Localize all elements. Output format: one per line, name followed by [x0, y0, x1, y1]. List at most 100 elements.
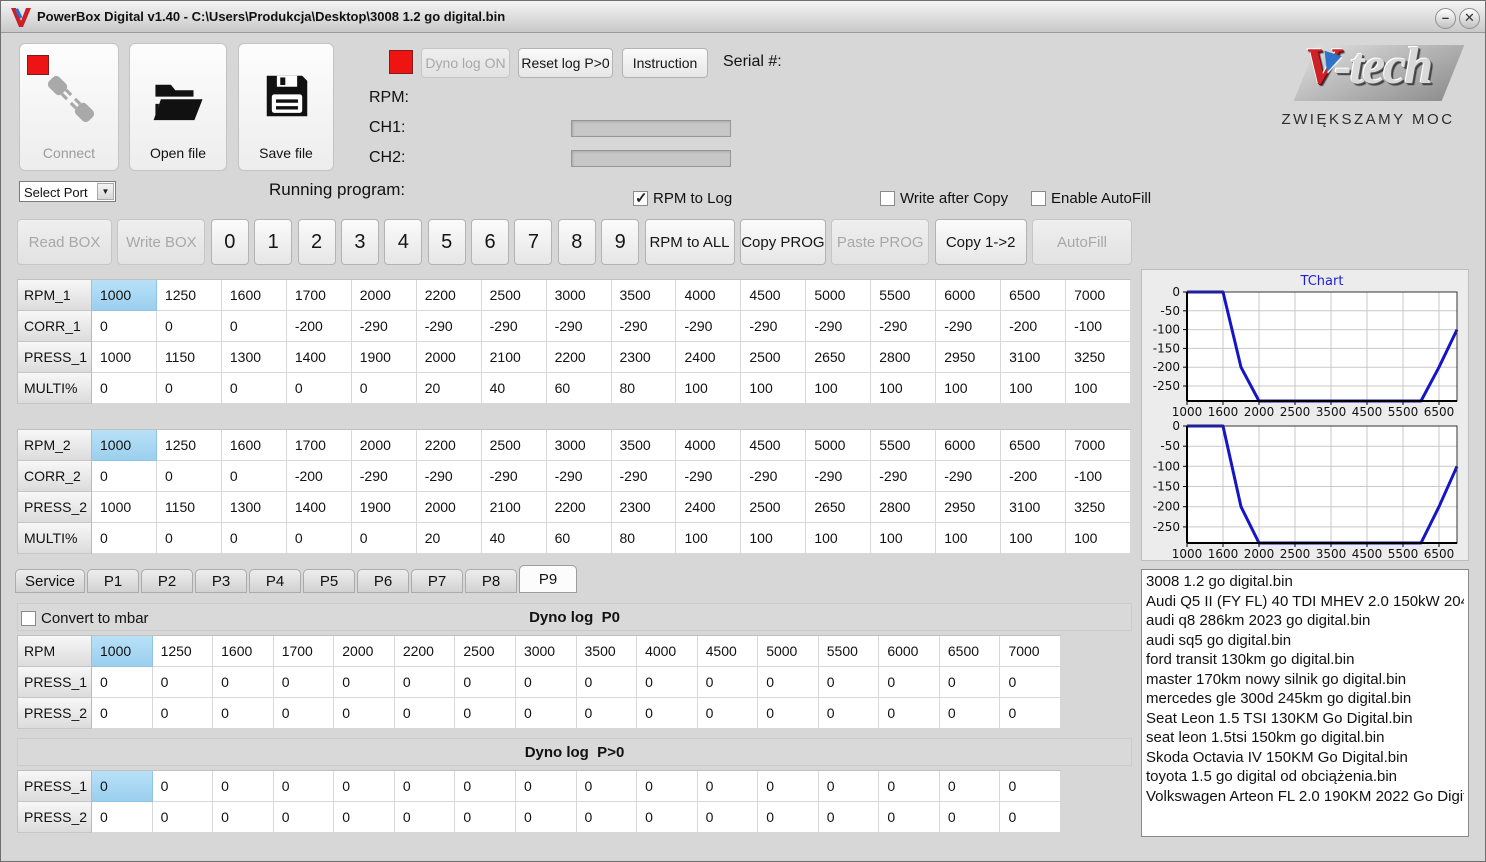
- table-cell[interactable]: 4000: [676, 280, 742, 311]
- table-cell[interactable]: 0: [92, 461, 157, 492]
- table-cell[interactable]: 3000: [546, 430, 612, 461]
- table-cell[interactable]: 2200: [416, 430, 482, 461]
- table-cell[interactable]: 0: [221, 373, 287, 404]
- table-cell[interactable]: 0: [515, 802, 577, 833]
- table-cell[interactable]: 0: [152, 802, 214, 833]
- table-cell[interactable]: 0: [156, 373, 222, 404]
- table-cell[interactable]: 100: [871, 523, 937, 554]
- table-cell[interactable]: 100: [1066, 373, 1131, 404]
- table-cell[interactable]: 3000: [546, 280, 612, 311]
- table-cell[interactable]: 0: [879, 802, 940, 833]
- tab-p2[interactable]: P2: [141, 569, 193, 593]
- table-cell[interactable]: 0: [213, 667, 274, 698]
- table-cell[interactable]: 2500: [481, 280, 547, 311]
- chevron-down-icon[interactable]: ▼: [97, 183, 114, 200]
- table-cell[interactable]: 0: [939, 698, 1001, 729]
- table-cell[interactable]: 0: [1000, 698, 1061, 729]
- tab-p3[interactable]: P3: [195, 569, 247, 593]
- table-cell[interactable]: 0: [394, 667, 456, 698]
- table-cell[interactable]: 0: [273, 698, 335, 729]
- table-cell[interactable]: 100: [806, 523, 872, 554]
- table-cell[interactable]: 2500: [481, 430, 547, 461]
- table-cell[interactable]: 4500: [741, 430, 807, 461]
- table-cell[interactable]: 0: [394, 802, 456, 833]
- table-cell[interactable]: -290: [871, 311, 937, 342]
- copy-1-to-2-button[interactable]: Copy 1->2: [934, 219, 1027, 265]
- table-cell[interactable]: 0: [92, 698, 153, 729]
- digit-button-3[interactable]: 3: [340, 219, 379, 265]
- table-cell[interactable]: 0: [576, 802, 638, 833]
- table-cell[interactable]: -290: [806, 311, 872, 342]
- table-cell[interactable]: 3500: [611, 280, 677, 311]
- file-list-item[interactable]: Seat Leon 1.5 TSI 130KM Go Digital.bin: [1146, 709, 1464, 729]
- table-cell[interactable]: 1400: [286, 492, 352, 523]
- table-cell[interactable]: 2800: [871, 492, 937, 523]
- table-cell[interactable]: 100: [676, 523, 742, 554]
- table-cell[interactable]: 1250: [152, 636, 214, 667]
- table-cell[interactable]: -290: [351, 461, 417, 492]
- tab-service[interactable]: Service: [15, 569, 85, 593]
- table-cell[interactable]: 0: [515, 771, 577, 802]
- table-cell[interactable]: -290: [351, 311, 417, 342]
- table-cell[interactable]: -290: [806, 461, 872, 492]
- table-cell[interactable]: 6500: [939, 636, 1001, 667]
- table-cell[interactable]: -290: [741, 461, 807, 492]
- digit-button-5[interactable]: 5: [427, 219, 466, 265]
- table-cell[interactable]: 2300: [611, 342, 677, 373]
- table-cell[interactable]: 0: [818, 667, 880, 698]
- table-cell[interactable]: 0: [818, 771, 880, 802]
- convert-to-mbar-checkbox[interactable]: Convert to mbar: [21, 610, 149, 627]
- table-cell[interactable]: 80: [611, 373, 677, 404]
- table-cell[interactable]: -290: [871, 461, 937, 492]
- table-cell[interactable]: 5000: [806, 280, 872, 311]
- table-cell[interactable]: -290: [481, 311, 547, 342]
- table-cell[interactable]: 0: [879, 667, 940, 698]
- file-list-item[interactable]: toyota 1.5 go digital od obciążenia.bin: [1146, 767, 1464, 787]
- table-cell[interactable]: 1000: [92, 430, 157, 461]
- table-cell[interactable]: 5500: [871, 430, 937, 461]
- table-cell[interactable]: 0: [394, 698, 456, 729]
- table-cell[interactable]: 1400: [286, 342, 352, 373]
- table-cell[interactable]: 1000: [92, 492, 157, 523]
- digit-button-6[interactable]: 6: [471, 219, 509, 265]
- table-cell[interactable]: 0: [351, 373, 417, 404]
- table-cell[interactable]: 0: [697, 771, 759, 802]
- table-cell[interactable]: 1300: [221, 342, 287, 373]
- table-cell[interactable]: -200: [1001, 461, 1067, 492]
- dyno-log-on-button[interactable]: Dyno log ON: [421, 48, 510, 78]
- table-cell[interactable]: 0: [273, 771, 335, 802]
- table-cell[interactable]: 5000: [806, 430, 872, 461]
- table-cell[interactable]: 1000: [92, 342, 157, 373]
- table-cell[interactable]: 2200: [546, 342, 612, 373]
- table-cell[interactable]: 0: [879, 771, 940, 802]
- table-cell[interactable]: 0: [334, 667, 395, 698]
- table-cell[interactable]: 0: [334, 698, 395, 729]
- table-cell[interactable]: 1000: [92, 280, 157, 311]
- table-cell[interactable]: 1000: [92, 636, 153, 667]
- write-box-button[interactable]: Write BOX: [117, 219, 206, 265]
- table-cell[interactable]: 2650: [806, 342, 872, 373]
- tab-p5[interactable]: P5: [303, 569, 355, 593]
- table-cell[interactable]: 1250: [156, 280, 222, 311]
- table-cell[interactable]: -290: [481, 461, 547, 492]
- table-cell[interactable]: 0: [637, 802, 698, 833]
- tab-p1[interactable]: P1: [87, 569, 139, 593]
- table-cell[interactable]: 2100: [481, 342, 547, 373]
- select-port-dropdown[interactable]: Select Port ▼: [19, 181, 116, 202]
- table-cell[interactable]: 5000: [758, 636, 819, 667]
- table-cell[interactable]: 5500: [871, 280, 937, 311]
- table-cell[interactable]: 0: [576, 667, 638, 698]
- digit-button-2[interactable]: 2: [297, 219, 336, 265]
- table-cell[interactable]: 3000: [515, 636, 577, 667]
- table-cell[interactable]: 0: [455, 802, 516, 833]
- file-list-item[interactable]: Skoda Octavia IV 150KM Go Digital.bin: [1146, 748, 1464, 768]
- table-cell[interactable]: 0: [455, 698, 516, 729]
- table-cell[interactable]: 0: [221, 311, 287, 342]
- table-cell[interactable]: 0: [515, 698, 577, 729]
- file-list-item[interactable]: audi sq5 go digital.bin: [1146, 631, 1464, 651]
- table-cell[interactable]: 100: [1066, 523, 1131, 554]
- table-cell[interactable]: 40: [481, 523, 547, 554]
- table-cell[interactable]: 0: [576, 698, 638, 729]
- table-cell[interactable]: 1300: [221, 492, 287, 523]
- connect-button[interactable]: Connect: [19, 43, 119, 171]
